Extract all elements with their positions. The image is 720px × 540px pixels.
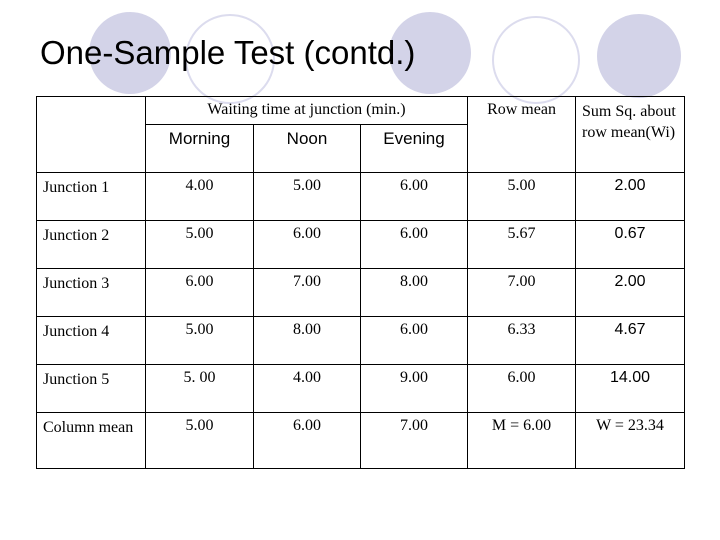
slide-title: One-Sample Test (contd.)	[40, 34, 416, 71]
table-row: Junction 3 6.00 7.00 8.00 7.00 2.00	[36, 268, 686, 317]
cell-morning: 5.00	[145, 316, 254, 365]
row-label: Junction 4	[36, 316, 146, 365]
cell-noon: 6.00	[253, 412, 361, 469]
table-header: Waiting time at junction (min.) Row mean…	[36, 96, 686, 173]
cell-sum-sq: 2.00	[575, 172, 686, 221]
header-group-waiting-time: Waiting time at junction (min.)	[144, 96, 469, 125]
cell-row-mean: 7.00	[467, 268, 577, 317]
table-row-summary: Column mean 5.00 6.00 7.00 M = 6.00 W = …	[36, 412, 686, 469]
table-row: Junction 2 5.00 6.00 6.00 5.67 0.67	[36, 220, 686, 269]
cell-row-mean: 5.00	[467, 172, 577, 221]
row-label: Junction 2	[36, 220, 146, 269]
header-sum-sq-about-row-mean: Sum Sq. about row mean(Wi)	[575, 96, 686, 173]
cell-noon: 4.00	[253, 364, 361, 413]
header-evening: Evening	[359, 124, 469, 173]
cell-row-mean: 6.33	[467, 316, 577, 365]
header-morning: Morning	[145, 124, 254, 173]
header-row-group: Waiting time at junction (min.) Row mean…	[36, 96, 686, 173]
cell-evening: 9.00	[359, 364, 469, 413]
cell-sum-sq: 4.67	[575, 316, 686, 365]
table-row: Junction 5 5. 00 4.00 9.00 6.00 14.00	[36, 364, 686, 413]
one-sample-test-table: Waiting time at junction (min.) Row mean…	[36, 96, 686, 469]
cell-morning: 4.00	[145, 172, 254, 221]
slide-canvas: One-Sample Test (contd.) Waiting time at…	[0, 0, 720, 540]
header-noon: Noon	[253, 124, 361, 173]
cell-evening: 8.00	[359, 268, 469, 317]
decorative-circle-outlined-2	[492, 16, 580, 104]
header-corner-blank	[36, 96, 146, 173]
row-label: Junction 5	[36, 364, 146, 413]
cell-morning: 5. 00	[145, 364, 254, 413]
table-row: Junction 4 5.00 8.00 6.00 6.33 4.67	[36, 316, 686, 365]
cell-noon: 8.00	[253, 316, 361, 365]
cell-evening: 6.00	[359, 220, 469, 269]
cell-row-mean: 6.00	[467, 364, 577, 413]
statistics-table-container: Waiting time at junction (min.) Row mean…	[36, 96, 686, 469]
cell-morning: 5.00	[145, 220, 254, 269]
cell-noon: 7.00	[253, 268, 361, 317]
cell-evening: 6.00	[359, 316, 469, 365]
decorative-circle-filled-3	[597, 14, 681, 98]
row-label-column-mean: Column mean	[36, 412, 146, 469]
cell-sum-sq: 14.00	[575, 364, 686, 413]
cell-sum-sq: 2.00	[575, 268, 686, 317]
table-body: Junction 1 4.00 5.00 6.00 5.00 2.00 Junc…	[36, 172, 686, 469]
cell-evening: 6.00	[359, 172, 469, 221]
cell-morning: 5.00	[145, 412, 254, 469]
header-row-mean: Row mean	[467, 96, 577, 173]
cell-noon: 6.00	[253, 220, 361, 269]
cell-morning: 6.00	[145, 268, 254, 317]
cell-evening: 7.00	[359, 412, 469, 469]
cell-grand-mean: M = 6.00	[467, 412, 577, 469]
row-label: Junction 1	[36, 172, 146, 221]
table-row: Junction 1 4.00 5.00 6.00 5.00 2.00	[36, 172, 686, 221]
cell-row-mean: 5.67	[467, 220, 577, 269]
row-label: Junction 3	[36, 268, 146, 317]
cell-noon: 5.00	[253, 172, 361, 221]
cell-sum-sq: 0.67	[575, 220, 686, 269]
cell-total-w: W = 23.34	[575, 412, 686, 469]
